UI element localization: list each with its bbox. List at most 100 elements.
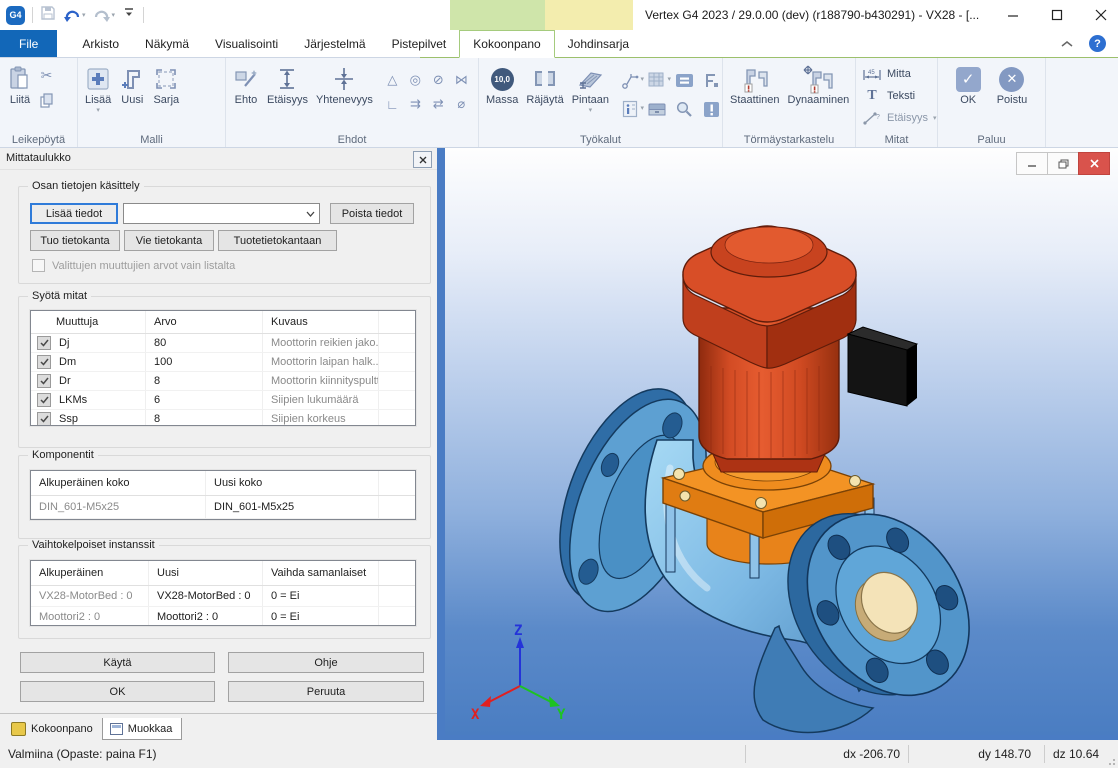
tab-kokoonpano[interactable]: Kokoonpano: [459, 30, 554, 58]
row-checkbox[interactable]: [37, 336, 51, 350]
column-header[interactable]: Alkuperäinen: [31, 561, 149, 585]
perpendicular-constraint-icon[interactable]: ∟: [383, 94, 402, 114]
drawer-tool-icon[interactable]: [645, 97, 669, 121]
table-row[interactable]: Moottori2 : 0 Moottori2 : 0 0 = Ei: [31, 607, 415, 626]
variable-value[interactable]: 6: [146, 391, 263, 409]
child-close-icon[interactable]: [1078, 152, 1110, 175]
symmetry-constraint-icon[interactable]: ⋈: [452, 70, 471, 90]
minimize-icon[interactable]: [1006, 8, 1020, 22]
cancel-button[interactable]: Peruuta: [228, 681, 424, 702]
dimension-button[interactable]: 45 Mitta: [859, 63, 914, 85]
column-header[interactable]: Uusi koko: [206, 471, 379, 495]
dynamic-collision-button[interactable]: Dynaaminen: [784, 63, 854, 108]
product-database-button[interactable]: Tuotetietokantaan: [218, 230, 337, 251]
constraint-button[interactable]: Ehto: [229, 63, 263, 108]
new-part-button[interactable]: Uusi: [115, 63, 149, 108]
to-surface-button[interactable]: Pintaan ▾: [568, 63, 613, 115]
equal-values-icon[interactable]: [672, 68, 696, 92]
opposite-constraint-icon[interactable]: ⇄: [429, 94, 448, 114]
tab-johdinsarja[interactable]: Johdinsarja: [555, 30, 642, 57]
add-info-button[interactable]: Lisää tiedot: [30, 203, 118, 224]
tab-arkisto[interactable]: Arkisto: [69, 30, 132, 57]
pump-model[interactable]: Z X Y: [445, 148, 1118, 735]
explode-button[interactable]: Räjäytä: [522, 63, 567, 108]
row-checkbox[interactable]: [37, 393, 51, 407]
table-row[interactable]: Ssp 8 Siipien korkeus: [31, 410, 415, 426]
series-button[interactable]: Sarja: [149, 63, 183, 108]
remove-info-button[interactable]: Poista tiedot: [330, 203, 414, 224]
close-icon[interactable]: [1094, 8, 1108, 22]
exit-button[interactable]: ✕ Poistu: [993, 63, 1032, 108]
diameter-constraint-icon[interactable]: ⌀: [452, 94, 471, 114]
static-collision-button[interactable]: Staattinen: [726, 63, 784, 108]
tab-nakyma[interactable]: Näkymä: [132, 30, 202, 57]
chevron-down-icon[interactable]: [301, 211, 319, 217]
distance-constraint-button[interactable]: Etäisyys: [263, 63, 312, 108]
child-restore-icon[interactable]: [1047, 152, 1079, 175]
save-icon[interactable]: [40, 5, 56, 26]
variable-value[interactable]: 8: [146, 372, 263, 390]
mass-button[interactable]: 10,0 Massa: [482, 63, 522, 108]
column-header[interactable]: Muuttuja: [31, 311, 146, 333]
tab-file[interactable]: File: [0, 30, 57, 57]
info-tool-icon[interactable]: ▾: [618, 97, 642, 121]
tab-jarjestelma[interactable]: Järjestelmä: [291, 30, 378, 57]
concentric-constraint-icon[interactable]: ◎: [406, 70, 425, 90]
table-row[interactable]: LKMs 6 Siipien lukumäärä: [31, 391, 415, 410]
ok-button[interactable]: ✓ OK: [952, 63, 985, 108]
row-checkbox[interactable]: [37, 355, 51, 369]
table-row[interactable]: VX28-MotorBed : 0 VX28-MotorBed : 0 0 = …: [31, 586, 415, 607]
variable-value[interactable]: 8: [146, 410, 263, 426]
help-icon[interactable]: ?: [1089, 35, 1106, 52]
instance-new[interactable]: VX28-MotorBed : 0: [149, 586, 263, 606]
redo-dropdown[interactable]: ▾: [112, 12, 116, 19]
table-row[interactable]: DIN_601-M5x25 DIN_601-M5x25: [31, 496, 415, 519]
coincidence-button[interactable]: Yhtenevyys: [312, 63, 377, 108]
instance-swap[interactable]: 0 = Ei: [263, 586, 379, 606]
child-minimize-icon[interactable]: [1016, 152, 1048, 175]
panel-splitter[interactable]: [437, 148, 445, 740]
column-header[interactable]: Uusi: [149, 561, 263, 585]
table-row[interactable]: Dj 80 Moottorin reikien jako...: [31, 334, 415, 353]
warning-tool-icon[interactable]: [699, 97, 723, 121]
variable-value[interactable]: 100: [146, 353, 263, 371]
variable-value[interactable]: 80: [146, 334, 263, 352]
apply-button[interactable]: Käytä: [20, 652, 215, 673]
add-part-button[interactable]: Lisää ▾: [81, 63, 115, 115]
parallel-constraint-icon[interactable]: ⇉: [406, 94, 425, 114]
tab-visualisointi[interactable]: Visualisointi: [202, 30, 291, 57]
maximize-icon[interactable]: [1050, 8, 1064, 22]
fix-constraint-icon[interactable]: [699, 68, 723, 92]
help-button[interactable]: Ohje: [228, 652, 424, 673]
bottom-tab-kokoonpano[interactable]: Kokoonpano: [4, 719, 102, 740]
component-new[interactable]: DIN_601-M5x25: [206, 496, 379, 518]
import-database-button[interactable]: Tuo tietokanta: [30, 230, 120, 251]
customize-toolbar-icon[interactable]: [122, 6, 136, 24]
column-header[interactable]: Vaihda samanlaiset: [263, 561, 379, 585]
panel-close-icon[interactable]: [413, 151, 432, 168]
row-checkbox[interactable]: [37, 374, 51, 388]
table-row[interactable]: Dm 100 Moottorin laipan halk...: [31, 353, 415, 372]
table-row[interactable]: Dr 8 Moottorin kiinnityspultti: [31, 372, 415, 391]
column-header[interactable]: Arvo: [146, 311, 263, 333]
3d-viewport[interactable]: Z X Y: [445, 148, 1118, 740]
column-header[interactable]: Alkuperäinen koko: [31, 471, 206, 495]
export-database-button[interactable]: Vie tietokanta: [124, 230, 214, 251]
search-icon[interactable]: [672, 97, 696, 121]
collapse-ribbon-icon[interactable]: [1061, 35, 1073, 53]
measure-distance-button[interactable]: ? Etäisyys ▾: [859, 107, 939, 129]
instance-new[interactable]: Moottori2 : 0: [149, 607, 263, 626]
skeleton-tool-icon[interactable]: ▾: [618, 68, 642, 92]
tab-pistepilvet[interactable]: Pistepilvet: [379, 30, 460, 57]
bottom-tab-muokkaa[interactable]: Muokkaa: [102, 718, 183, 740]
resize-grip[interactable]: [1106, 756, 1116, 766]
panel-ok-button[interactable]: OK: [20, 681, 215, 702]
column-header[interactable]: Kuvaus: [263, 311, 379, 333]
part-info-combobox[interactable]: [123, 203, 320, 224]
undo-button[interactable]: ▾: [63, 7, 86, 23]
text-button[interactable]: T Teksti: [859, 85, 918, 107]
tangent-constraint-icon[interactable]: ⊘: [429, 70, 448, 90]
cut-icon[interactable]: ✂: [41, 67, 53, 84]
undo-dropdown[interactable]: ▾: [82, 12, 86, 19]
copy-icon[interactable]: [39, 93, 54, 113]
